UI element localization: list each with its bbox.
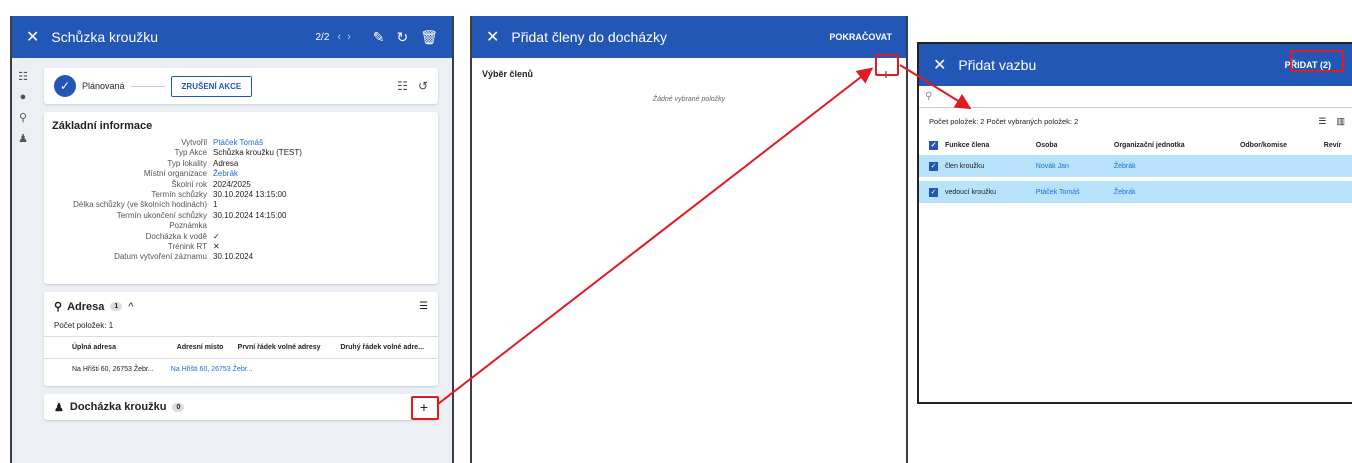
annotation-arrows	[437, 64, 972, 405]
arrow-2	[899, 64, 972, 110]
arrow-1	[437, 67, 874, 405]
